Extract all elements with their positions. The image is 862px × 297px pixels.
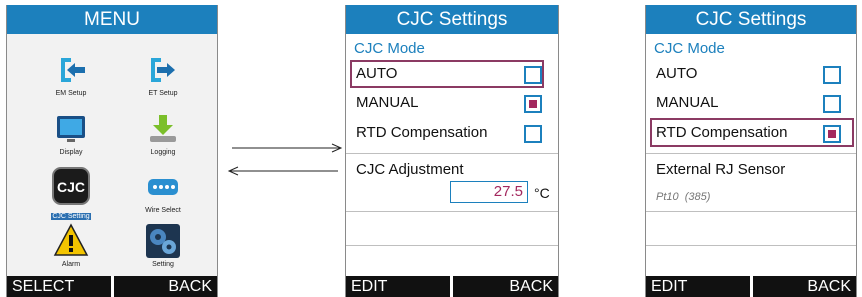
option-label: RTD Compensation — [356, 124, 488, 141]
divider — [346, 211, 558, 212]
rtd-checkbox[interactable] — [524, 125, 542, 143]
menu-item-cjc-setting[interactable]: CJC CJC Setting — [31, 167, 111, 223]
download-tray-icon — [145, 111, 181, 147]
cjc-adjustment-label: CJC Adjustment — [356, 161, 464, 178]
menu-screen: MENU EM Setup ET Setup Display Logging C… — [6, 5, 218, 297]
svg-text:CJC: CJC — [57, 179, 85, 195]
cjc-softkeys: EDIT BACK — [346, 276, 558, 297]
softkey-edit[interactable]: EDIT — [651, 276, 687, 297]
divider — [646, 211, 856, 212]
menu-item-wire-select[interactable]: Wire Select — [123, 169, 203, 214]
divider — [346, 153, 558, 154]
cjc-adjustment-row: CJC Adjustment — [346, 158, 558, 182]
cjc-mode-header: CJC Mode — [354, 40, 425, 57]
cjc-title: CJC Settings — [346, 5, 558, 34]
gears-icon — [145, 223, 181, 259]
option-label: MANUAL — [356, 94, 419, 111]
menu-item-label: Display — [59, 149, 83, 156]
cjc-title: CJC Settings — [646, 5, 856, 34]
menu-item-label: Wire Select — [145, 207, 181, 214]
cjc-settings-screen-manual: CJC Settings CJC Mode AUTO MANUAL RTD Co… — [345, 5, 559, 297]
menu-softkeys: SELECT BACK — [7, 276, 217, 297]
divider — [646, 245, 856, 246]
monitor-icon — [53, 111, 89, 147]
option-rtd-compensation[interactable]: RTD Compensation — [346, 121, 558, 145]
option-label: AUTO — [656, 65, 698, 82]
menu-item-display[interactable]: Display — [31, 111, 111, 156]
auto-checkbox[interactable] — [823, 66, 841, 84]
cjc-settings-screen-rtd: CJC Settings CJC Mode AUTO MANUAL RTD Co… — [645, 5, 857, 297]
menu-item-label: CJC Setting — [51, 213, 91, 220]
menu-item-em-setup[interactable]: EM Setup — [31, 52, 111, 97]
menu-item-label: ET Setup — [148, 90, 178, 97]
cjc-adjustment-input[interactable]: 27.5 — [450, 181, 528, 203]
menu-item-label: Alarm — [61, 261, 81, 268]
softkey-back[interactable]: BACK — [509, 276, 553, 297]
sensor-type-value: Pt10 (385) — [656, 191, 711, 203]
softkey-select[interactable]: SELECT — [12, 276, 74, 297]
option-auto[interactable]: AUTO — [646, 62, 856, 86]
menu-item-label: Setting — [152, 261, 174, 268]
arrow-left-bracket-icon — [53, 52, 89, 88]
menu-item-label: Logging — [150, 149, 176, 156]
divider — [646, 153, 856, 154]
option-label: AUTO — [356, 65, 398, 82]
option-label: RTD Compensation — [656, 124, 788, 141]
auto-checkbox[interactable] — [524, 66, 542, 84]
softkey-edit[interactable]: EDIT — [351, 276, 387, 297]
option-manual[interactable]: MANUAL — [346, 91, 558, 115]
option-auto[interactable]: AUTO — [346, 62, 558, 86]
menu-item-label: EM Setup — [55, 90, 87, 97]
softkey-divider — [750, 276, 753, 297]
option-manual[interactable]: MANUAL — [646, 91, 856, 115]
menu-item-setting[interactable]: Setting — [123, 223, 203, 268]
manual-checkbox[interactable] — [524, 95, 542, 113]
option-label: MANUAL — [656, 94, 719, 111]
manual-checkbox[interactable] — [823, 95, 841, 113]
softkey-back[interactable]: BACK — [168, 276, 212, 297]
rtd-checkbox[interactable] — [823, 125, 841, 143]
softkey-divider — [111, 276, 114, 297]
connector-icon — [145, 169, 181, 205]
menu-item-alarm[interactable]: Alarm — [31, 223, 111, 268]
cjc-icon: CJC — [52, 167, 90, 205]
cjc-softkeys: EDIT BACK — [646, 276, 856, 297]
menu-item-logging[interactable]: Logging — [123, 111, 203, 156]
back-arrow — [226, 163, 338, 181]
menu-title: MENU — [7, 5, 217, 34]
divider — [346, 245, 558, 246]
softkey-divider — [450, 276, 453, 297]
cjc-mode-header: CJC Mode — [654, 40, 725, 57]
option-rtd-compensation[interactable]: RTD Compensation — [646, 121, 856, 145]
softkey-back[interactable]: BACK — [807, 276, 851, 297]
menu-item-et-setup[interactable]: ET Setup — [123, 52, 203, 97]
menu-grid: EM Setup ET Setup Display Logging CJC CJ… — [7, 34, 217, 276]
arrow-right-bracket-icon — [145, 52, 181, 88]
cjc-adjustment-value: 27.5 — [493, 183, 523, 200]
forward-arrow — [232, 140, 344, 158]
external-rj-sensor-row[interactable]: External RJ Sensor — [646, 158, 856, 182]
warning-icon — [53, 223, 89, 259]
unit-label: °C — [534, 185, 550, 201]
external-rj-sensor-label: External RJ Sensor — [656, 161, 786, 178]
